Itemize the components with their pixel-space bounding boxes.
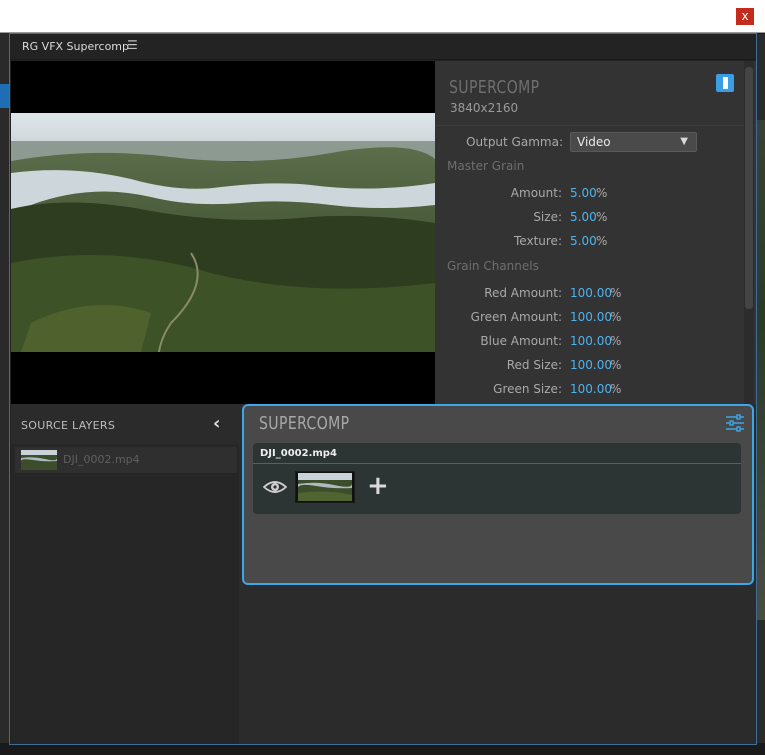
comp-layer-name: DJI_0002.mp4 [260, 448, 337, 459]
amount-unit: % [596, 186, 608, 200]
source-layers-header: SOURCE LAYERS ‹ [11, 404, 239, 444]
green-amount-value[interactable]: 100.00 [570, 310, 612, 324]
resolution-label: 3840x2160 [450, 101, 519, 115]
source-layer-item[interactable]: DJI_0002.mp4 [15, 447, 237, 473]
green-size-unit: % [610, 382, 622, 396]
close-button[interactable]: x [736, 8, 754, 25]
size-value[interactable]: 5.00 [570, 210, 597, 224]
comp-layer-thumbnail [295, 471, 355, 503]
green-amount-unit: % [610, 310, 622, 324]
supercomp-panel: RG VFX Supercomp ☰ SUPERCOMP 3840x2160 O… [9, 33, 757, 745]
red-size-unit: % [610, 358, 622, 372]
source-layers-title: SOURCE LAYERS [21, 419, 116, 432]
size-label: Size: [533, 210, 562, 224]
texture-label: Texture: [514, 234, 562, 248]
divider [253, 463, 741, 464]
source-layer-label: DJI_0002.mp4 [63, 453, 140, 466]
source-layer-thumbnail [21, 450, 57, 470]
dropdown-arrow-icon: ▼ [680, 136, 688, 147]
red-size-label: Red Size: [506, 358, 562, 372]
inspector-title: SUPERCOMP [449, 77, 540, 98]
divider [435, 125, 756, 126]
output-gamma-value: Video [577, 135, 611, 149]
section-master-grain: Master Grain [447, 159, 525, 173]
source-layers-panel: SOURCE LAYERS ‹ DJI_0002.mp4 [11, 404, 239, 744]
hamburger-menu-icon[interactable]: ☰ [127, 38, 138, 52]
red-size-value[interactable]: 100.00 [570, 358, 612, 372]
texture-value[interactable]: 5.00 [570, 234, 597, 248]
panel-title: RG VFX Supercomp [22, 40, 130, 53]
amount-value[interactable]: 5.00 [570, 186, 597, 200]
section-grain-channels: Grain Channels [447, 259, 539, 273]
red-amount-label: Red Amount: [484, 286, 562, 300]
comp-layer-card[interactable]: DJI_0002.mp4 + [253, 443, 741, 514]
sliders-settings-icon[interactable] [725, 414, 745, 432]
bottom-area: SOURCE LAYERS ‹ DJI_0002.mp4 SUPERCOMP D… [11, 404, 756, 744]
green-size-value[interactable]: 100.00 [570, 382, 612, 396]
output-gamma-label: Output Gamma: [466, 135, 563, 149]
toggle-switch-icon[interactable] [716, 74, 734, 92]
preview-frame-image [11, 113, 435, 352]
texture-unit: % [596, 234, 608, 248]
blue-amount-value[interactable]: 100.00 [570, 334, 612, 348]
plus-icon[interactable]: + [367, 471, 389, 501]
green-amount-label: Green Amount: [470, 310, 562, 324]
amount-label: Amount: [510, 186, 562, 200]
red-amount-unit: % [610, 286, 622, 300]
blue-amount-label: Blue Amount: [480, 334, 562, 348]
inspector-panel: SUPERCOMP 3840x2160 Output Gamma: Video … [435, 61, 756, 404]
red-amount-value[interactable]: 100.00 [570, 286, 612, 300]
panel-header: RG VFX Supercomp ☰ [10, 34, 756, 60]
green-size-label: Green Size: [493, 382, 562, 396]
blue-amount-unit: % [610, 334, 622, 348]
outer-window-titlebar: x [0, 0, 765, 33]
supercomp-comp-panel: SUPERCOMP DJI_0002.mp4 + [242, 404, 754, 585]
inspector-scrollbar-thumb[interactable] [745, 67, 753, 309]
size-unit: % [596, 210, 608, 224]
output-gamma-select[interactable]: Video ▼ [570, 132, 697, 152]
eye-icon[interactable] [263, 479, 287, 495]
chevron-left-icon[interactable]: ‹ [213, 413, 220, 434]
video-preview [11, 61, 435, 404]
comp-title: SUPERCOMP [259, 413, 350, 434]
